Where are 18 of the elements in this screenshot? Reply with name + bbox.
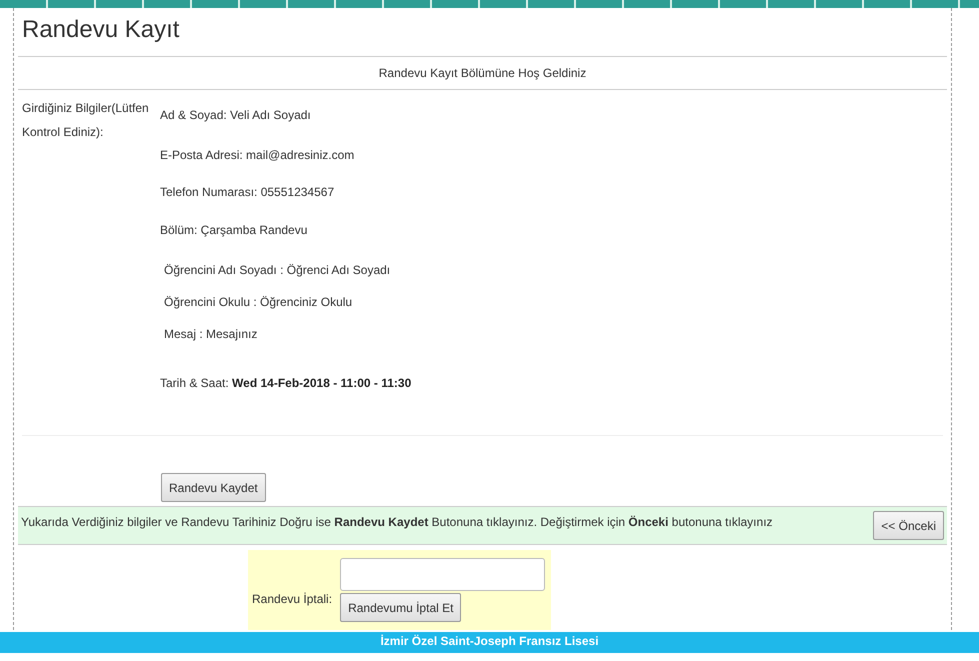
cancel-label: Randevu İptali:	[252, 592, 332, 606]
footer-text: İzmir Özel Saint-Joseph Fransız Lisesi	[380, 634, 599, 648]
info-text: Öğrencini Adı Soyadı : Öğrenci Adı Soyadı	[164, 263, 390, 277]
welcome-text: Randevu Kayıt Bölümüne Hoş Geldiniz	[378, 65, 588, 82]
info-text: Mesaj : Mesajınız	[164, 327, 258, 341]
info-text: Öğrencini Okulu : Öğrenciniz Okulu	[164, 295, 352, 309]
cancel-button[interactable]: Randevumu İptal Et	[340, 593, 462, 622]
info-text: Telefon Numarası: 05551234567	[160, 185, 334, 199]
summary-label: Girdiğiniz Bilgiler(Lütfen Kontrol Ediniz):	[21, 100, 150, 141]
info-text: Bölüm: Çarşamba Randevu	[160, 223, 308, 237]
info-text: Tarih & Saat: Wed 14-Feb-2018 - 11:00 - 11:30	[160, 376, 412, 390]
info-text: E-Posta Adresi: mail@adresiniz.com	[160, 148, 354, 162]
back-button[interactable]: << Önceki	[873, 511, 944, 540]
info-text: Ad & Soyad: Veli Adı Soyadı	[160, 108, 311, 122]
page-title: Randevu Kayıt	[21, 15, 180, 45]
notice-text: Yukarıda Verdiğiniz bilgiler ve Randevu Tarihiniz Doğru ise Randevu Kaydet Butonuna tıklayınız. Değiştirmek için Önceki butonuna tıklayınız	[21, 514, 773, 530]
save-button[interactable]: Randevu Kaydet	[161, 473, 266, 502]
input-field[interactable]	[340, 558, 546, 591]
